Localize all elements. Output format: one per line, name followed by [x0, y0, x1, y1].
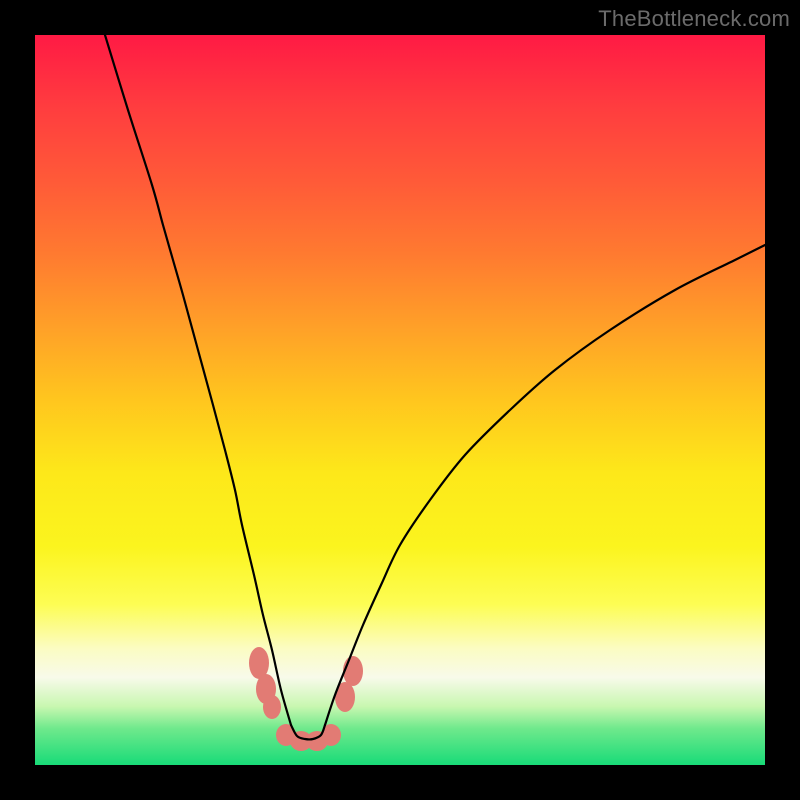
- left-branch-curve: [105, 35, 291, 725]
- chart-svg: [35, 35, 765, 765]
- chart-frame: TheBottleneck.com: [0, 0, 800, 800]
- plot-area: [35, 35, 765, 765]
- valley-marker: [263, 695, 281, 719]
- valley-marker: [343, 656, 363, 686]
- valley-markers-group: [249, 647, 363, 751]
- right-branch-curve: [325, 245, 765, 725]
- watermark-label: TheBottleneck.com: [598, 6, 790, 32]
